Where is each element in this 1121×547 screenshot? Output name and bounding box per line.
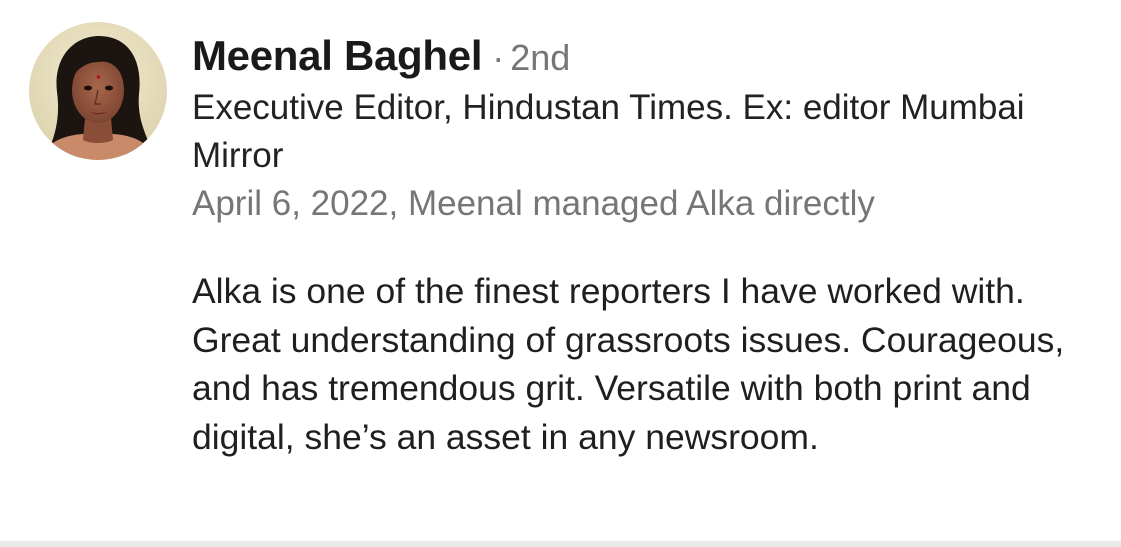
author-headline: Executive Editor, Hindustan Times. Ex: e… <box>192 88 1025 175</box>
author-name[interactable]: Meenal Baghel <box>192 32 482 79</box>
recommendation-card: Meenal Baghel · 2nd Executive Editor, Hind… <box>0 0 1121 541</box>
connection-degree: 2nd <box>510 37 571 78</box>
relationship-line: April 6, 2022, Meenal managed Alka direc… <box>192 184 875 223</box>
profile-photo-icon <box>29 22 167 160</box>
recommendation-text: Alka is one of the finest reporters I ha… <box>192 271 1065 457</box>
separator-dot: · <box>492 37 505 78</box>
author-avatar[interactable] <box>29 22 167 160</box>
bottom-divider <box>0 541 1121 547</box>
